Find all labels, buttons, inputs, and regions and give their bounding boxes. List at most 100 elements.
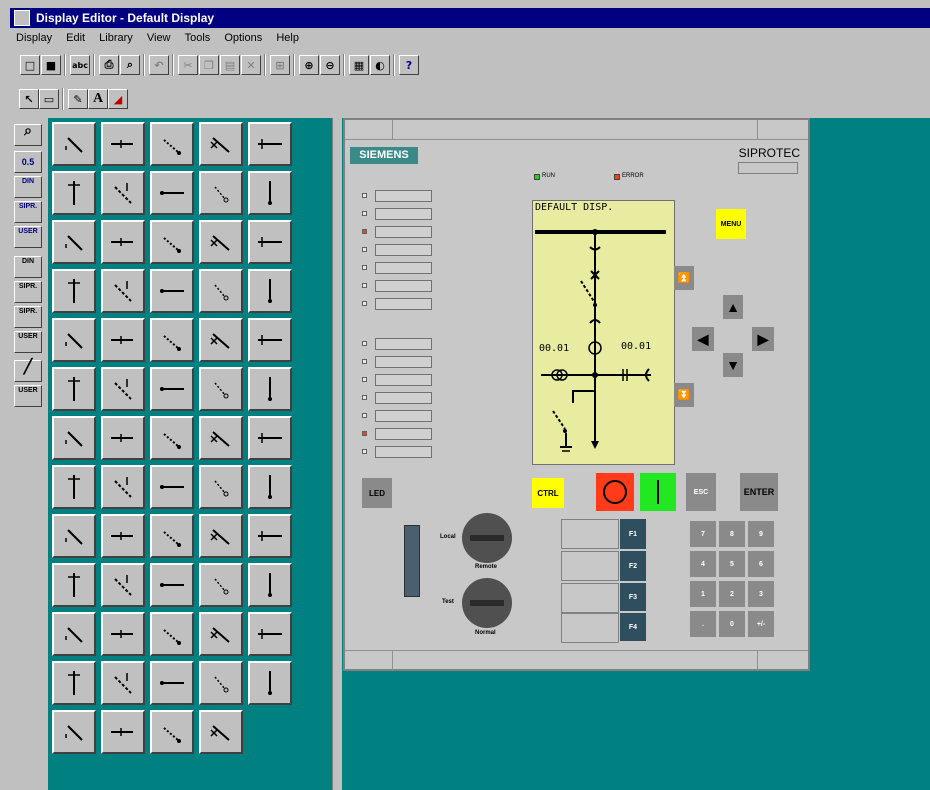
arrow-up-key[interactable]: ▲ <box>723 295 743 319</box>
symbol-cell[interactable] <box>52 220 96 264</box>
line-icon[interactable]: ╱ <box>14 359 42 382</box>
f3-key[interactable]: F3 <box>620 583 646 611</box>
symbol-cell[interactable] <box>248 416 292 460</box>
symbol-cell[interactable] <box>101 514 145 558</box>
page-up-key[interactable]: ⏫ <box>674 266 694 290</box>
symbol-cell[interactable] <box>199 465 243 509</box>
symbol-cell[interactable] <box>52 122 96 166</box>
sidebar-item-sipr-3[interactable]: SIPR. <box>14 306 42 328</box>
spell-icon[interactable]: abc <box>70 55 90 75</box>
numpad-key[interactable]: 4 <box>690 551 716 577</box>
symbol-cell[interactable] <box>248 612 292 656</box>
menu-key[interactable]: MENU <box>716 209 746 239</box>
symbol-cell[interactable] <box>150 416 194 460</box>
symbol-cell[interactable] <box>150 661 194 705</box>
select-icon[interactable]: ↖ <box>19 89 39 109</box>
menu-edit[interactable]: Edit <box>66 32 85 44</box>
symbol-cell[interactable] <box>248 661 292 705</box>
symbol-cell[interactable] <box>52 514 96 558</box>
pen-icon[interactable]: ✎ <box>68 89 88 109</box>
symbol-cell[interactable] <box>52 710 96 754</box>
symbol-cell[interactable] <box>199 220 243 264</box>
search-icon[interactable]: ⌕ <box>14 123 42 146</box>
esc-key[interactable]: ESC <box>686 473 716 511</box>
sidebar-item-user-3[interactable]: USER <box>14 385 42 407</box>
symbol-cell[interactable] <box>101 563 145 607</box>
symbol-cell[interactable] <box>101 710 145 754</box>
enter-key[interactable]: ENTER <box>740 473 778 511</box>
sidebar-item-0.5[interactable]: 0.5 <box>14 151 42 173</box>
numpad-key[interactable]: 2 <box>719 581 745 607</box>
symbol-cell[interactable] <box>101 661 145 705</box>
format-icon[interactable]: ⊞ <box>270 55 290 75</box>
symbol-cell[interactable] <box>101 318 145 362</box>
symbol-cell[interactable] <box>199 661 243 705</box>
sidebar-item-din[interactable]: DIN <box>14 176 42 198</box>
symbol-cell[interactable] <box>52 269 96 313</box>
test-normal-switch[interactable] <box>462 578 512 628</box>
menu-help[interactable]: Help <box>276 32 299 44</box>
symbol-cell[interactable] <box>199 612 243 656</box>
symbol-cell[interactable] <box>150 122 194 166</box>
close-breaker-key[interactable] <box>640 473 676 511</box>
symbol-cell[interactable] <box>101 612 145 656</box>
copy-icon[interactable]: ❐ <box>199 55 219 75</box>
undo-icon[interactable]: ↶ <box>149 55 169 75</box>
numpad-key[interactable]: +/- <box>748 611 774 637</box>
open-breaker-key[interactable] <box>596 473 634 511</box>
symbol-cell[interactable] <box>248 563 292 607</box>
zoom-in-icon[interactable]: ⊕ <box>299 55 319 75</box>
symbol-cell[interactable] <box>150 318 194 362</box>
sidebar-item-sipr[interactable]: SIPR. <box>14 201 42 223</box>
symbol-cell[interactable] <box>248 171 292 215</box>
symbol-cell[interactable] <box>150 171 194 215</box>
symbol-cell[interactable] <box>199 710 243 754</box>
symbol-cell[interactable] <box>248 465 292 509</box>
symbol-cell[interactable] <box>52 171 96 215</box>
grid-icon[interactable]: ▦ <box>349 55 369 75</box>
new-icon[interactable]: □ <box>20 55 40 75</box>
f1-key[interactable]: F1 <box>620 519 646 549</box>
rect-icon[interactable]: ▭ <box>39 89 59 109</box>
arrow-left-key[interactable]: ◀ <box>692 327 714 351</box>
symbol-cell[interactable] <box>101 122 145 166</box>
ctrl-key[interactable]: CTRL <box>532 478 564 508</box>
symbol-cell[interactable] <box>101 269 145 313</box>
symbol-cell[interactable] <box>101 367 145 411</box>
symbol-cell[interactable] <box>101 171 145 215</box>
symbol-cell[interactable] <box>150 367 194 411</box>
symbol-cell[interactable] <box>150 514 194 558</box>
symbol-cell[interactable] <box>52 367 96 411</box>
print-icon[interactable]: ⎙ <box>99 55 119 75</box>
symbol-cell[interactable] <box>199 367 243 411</box>
numpad-key[interactable]: 8 <box>719 521 745 547</box>
menu-tools[interactable]: Tools <box>185 32 211 44</box>
zoom-out-icon[interactable]: ⊖ <box>320 55 340 75</box>
cut-icon[interactable]: ✂ <box>178 55 198 75</box>
contrast-icon[interactable]: ◐ <box>370 55 390 75</box>
symbol-cell[interactable] <box>199 122 243 166</box>
numpad-key[interactable]: 0 <box>719 611 745 637</box>
symbol-cell[interactable] <box>52 612 96 656</box>
symbol-cell[interactable] <box>248 318 292 362</box>
symbol-cell[interactable] <box>248 367 292 411</box>
symbol-cell[interactable] <box>150 563 194 607</box>
numpad-key[interactable]: 6 <box>748 551 774 577</box>
f4-key[interactable]: F4 <box>620 613 646 641</box>
numpad-key[interactable]: 9 <box>748 521 774 547</box>
symbol-cell[interactable] <box>150 220 194 264</box>
symbol-cell[interactable] <box>52 661 96 705</box>
app-icon[interactable] <box>14 10 30 26</box>
menu-view[interactable]: View <box>147 32 171 44</box>
sidebar-item-din-2[interactable]: DIN <box>14 256 42 278</box>
symbol-cell[interactable] <box>101 465 145 509</box>
symbol-cell[interactable] <box>248 220 292 264</box>
symbol-cell[interactable] <box>52 318 96 362</box>
eraser-icon[interactable]: ◢ <box>108 89 128 109</box>
symbol-cell[interactable] <box>150 269 194 313</box>
menu-options[interactable]: Options <box>224 32 262 44</box>
symbol-cell[interactable] <box>248 269 292 313</box>
numpad-key[interactable]: . <box>690 611 716 637</box>
symbol-cell[interactable] <box>248 514 292 558</box>
page-down-key[interactable]: ⏬ <box>674 383 694 407</box>
